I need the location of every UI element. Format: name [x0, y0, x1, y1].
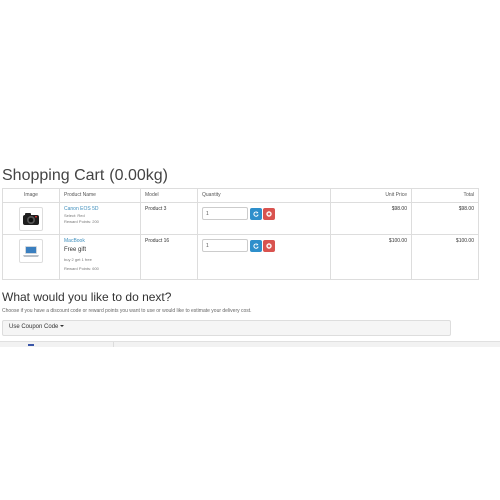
cart-row: MacBook Free gift buy 2 get 1 free Rewar…	[2, 234, 479, 280]
remove-button[interactable]	[263, 239, 275, 252]
remove-icon	[266, 210, 272, 217]
offer-text: buy 2 get 1 free	[64, 257, 92, 262]
page-title-text: Shopping Cart	[2, 167, 105, 184]
quantity-input[interactable]	[202, 239, 248, 252]
column-header-unit-price: Unit Price	[330, 188, 412, 203]
remove-button[interactable]	[263, 207, 275, 220]
product-option: Select: Red	[64, 213, 85, 218]
quantity-cell	[197, 234, 331, 280]
use-coupon-toggle[interactable]: Use Coupon Code	[9, 324, 65, 330]
cart-weight: (0.00kg)	[109, 167, 168, 184]
product-info-cell: MacBook Free gift buy 2 get 1 free Rewar…	[59, 234, 141, 280]
remove-icon	[266, 242, 272, 249]
quantity-cell	[197, 202, 331, 235]
cart-table: Image Product Name Model Quantity Unit P…	[2, 188, 479, 280]
column-header-total: Total	[411, 188, 479, 203]
line-total: $100.00	[411, 234, 479, 280]
product-info-cell: Canon EOS 5D Select: Red Reward Points: …	[59, 202, 141, 235]
panel-tab-marker	[28, 344, 34, 346]
product-thumbnail[interactable]	[19, 207, 43, 231]
line-total: $98.00	[411, 202, 479, 235]
product-link[interactable]: Canon EOS 5D	[64, 206, 136, 212]
product-link[interactable]: MacBook	[64, 238, 136, 244]
reward-points: Reward Points: 600	[64, 266, 99, 271]
column-header-name: Product Name	[59, 188, 141, 203]
column-header-quantity: Quantity	[197, 188, 331, 203]
product-image-cell	[2, 234, 60, 280]
cart-row: Canon EOS 5D Select: Red Reward Points: …	[2, 202, 479, 235]
caret-down-icon	[60, 325, 65, 328]
laptop-icon	[23, 246, 39, 257]
update-button[interactable]	[250, 239, 262, 252]
next-steps-help: Choose if you have a discount code or re…	[2, 308, 252, 314]
use-coupon-label: Use Coupon Code	[9, 324, 59, 330]
product-thumbnail[interactable]	[19, 239, 43, 263]
cart-header-row: Image Product Name Model Quantity Unit P…	[2, 188, 479, 203]
unit-price: $98.00	[330, 202, 412, 235]
next-panel-edge	[0, 341, 500, 347]
column-header-model: Model	[140, 188, 198, 203]
product-model: Product 3	[140, 202, 198, 235]
quantity-input[interactable]	[202, 207, 248, 220]
product-model: Product 16	[140, 234, 198, 280]
free-gift-label: Free gift	[64, 247, 87, 253]
page-title: Shopping Cart (0.00kg)	[2, 167, 168, 185]
reward-points: Reward Points: 200	[64, 219, 99, 224]
camera-icon	[23, 213, 39, 225]
refresh-icon	[253, 242, 259, 249]
column-header-image: Image	[2, 188, 60, 203]
update-button[interactable]	[250, 207, 262, 220]
next-steps-heading: What would you like to do next?	[2, 290, 172, 304]
refresh-icon	[253, 210, 259, 217]
coupon-panel: Use Coupon Code	[2, 320, 451, 336]
product-image-cell	[2, 202, 60, 235]
panel-divider	[113, 342, 114, 347]
unit-price: $100.00	[330, 234, 412, 280]
